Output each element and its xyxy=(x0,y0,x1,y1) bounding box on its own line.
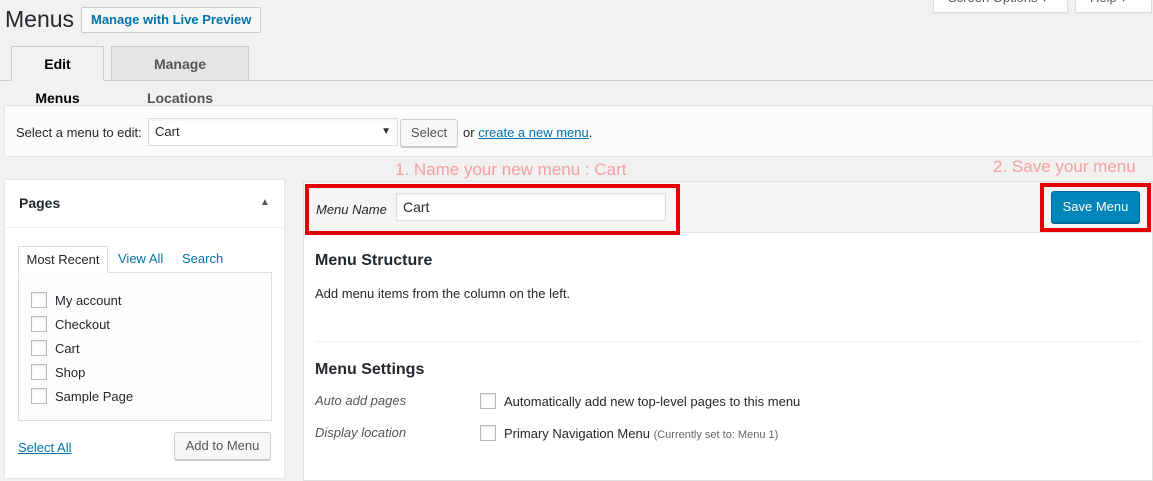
panel-divider xyxy=(5,227,284,228)
display-location-option-label: Primary Navigation Menu (Currently set t… xyxy=(504,426,778,441)
tab-view-all[interactable]: View All xyxy=(118,246,163,273)
auto-add-pages-label: Auto add pages xyxy=(315,393,407,408)
tab-manage-locations[interactable]: Manage Locations xyxy=(111,46,249,106)
page-title: Menus xyxy=(5,6,75,32)
menu-structure-heading: Menu Structure xyxy=(315,252,433,269)
annotation-step-2: 2. Save your menu xyxy=(993,157,1136,176)
pages-checklist: My account Checkout Cart Shop Sample Pag… xyxy=(18,272,272,421)
display-location-note: (Currently set to: Menu 1) xyxy=(653,429,779,441)
display-location-name: Primary Navigation Menu xyxy=(504,426,650,441)
highlight-save-menu xyxy=(1040,183,1151,232)
tab-most-recent[interactable]: Most Recent xyxy=(18,246,108,273)
menu-select-value: Cart xyxy=(155,124,180,139)
select-button[interactable]: Select xyxy=(400,119,458,147)
page-label: Sample Page xyxy=(55,389,134,404)
page-label: My account xyxy=(55,293,122,308)
annotation-step-1: 1. Name your new menu : Cart xyxy=(395,160,627,179)
menu-structure-description: Add menu items from the column on the le… xyxy=(315,286,571,301)
checkbox[interactable] xyxy=(31,316,47,332)
checkbox[interactable] xyxy=(31,388,47,404)
menu-settings-heading: Menu Settings xyxy=(315,361,425,378)
tab-search[interactable]: Search xyxy=(182,246,223,273)
create-new-menu-link[interactable]: create a new menu xyxy=(478,125,589,140)
page-label: Cart xyxy=(55,341,80,356)
manage-live-preview-button[interactable]: Manage with Live Preview xyxy=(81,7,262,33)
page-label: Checkout xyxy=(55,317,110,332)
select-menu-bar: Select a menu to edit: Cart ▼ Select or … xyxy=(4,105,1153,157)
screen-options-button[interactable]: Screen Options ▾ xyxy=(933,0,1068,13)
select-all-link[interactable]: Select All xyxy=(18,440,71,455)
add-to-menu-button[interactable]: Add to Menu xyxy=(174,432,271,460)
checkbox[interactable] xyxy=(31,340,47,356)
menu-select-dropdown[interactable]: Cart ▼ xyxy=(148,118,398,146)
section-divider xyxy=(315,341,1141,342)
checkbox[interactable] xyxy=(31,364,47,380)
tab-edit-menus[interactable]: Edit Menus xyxy=(11,46,104,106)
highlight-menu-name xyxy=(305,184,680,235)
page-label: Shop xyxy=(55,365,86,380)
checkbox[interactable] xyxy=(480,425,496,441)
checkbox[interactable] xyxy=(31,292,47,308)
or-create-text: or create a new menu. xyxy=(463,125,592,140)
or-text: or xyxy=(463,125,475,140)
display-location-label: Display location xyxy=(315,425,407,440)
pages-panel: Pages ▲ Most Recent View All Search My a… xyxy=(4,179,285,479)
period-text: . xyxy=(588,125,593,140)
select-menu-label: Select a menu to edit: xyxy=(16,125,142,140)
checkbox[interactable] xyxy=(480,393,496,409)
pages-panel-title[interactable]: Pages xyxy=(19,195,60,211)
help-button[interactable]: Help ▾ xyxy=(1075,0,1152,13)
collapse-arrow-icon[interactable]: ▲ xyxy=(260,197,270,208)
auto-add-option-label: Automatically add new top-level pages to… xyxy=(504,394,801,409)
chevron-down-icon: ▼ xyxy=(381,126,391,137)
